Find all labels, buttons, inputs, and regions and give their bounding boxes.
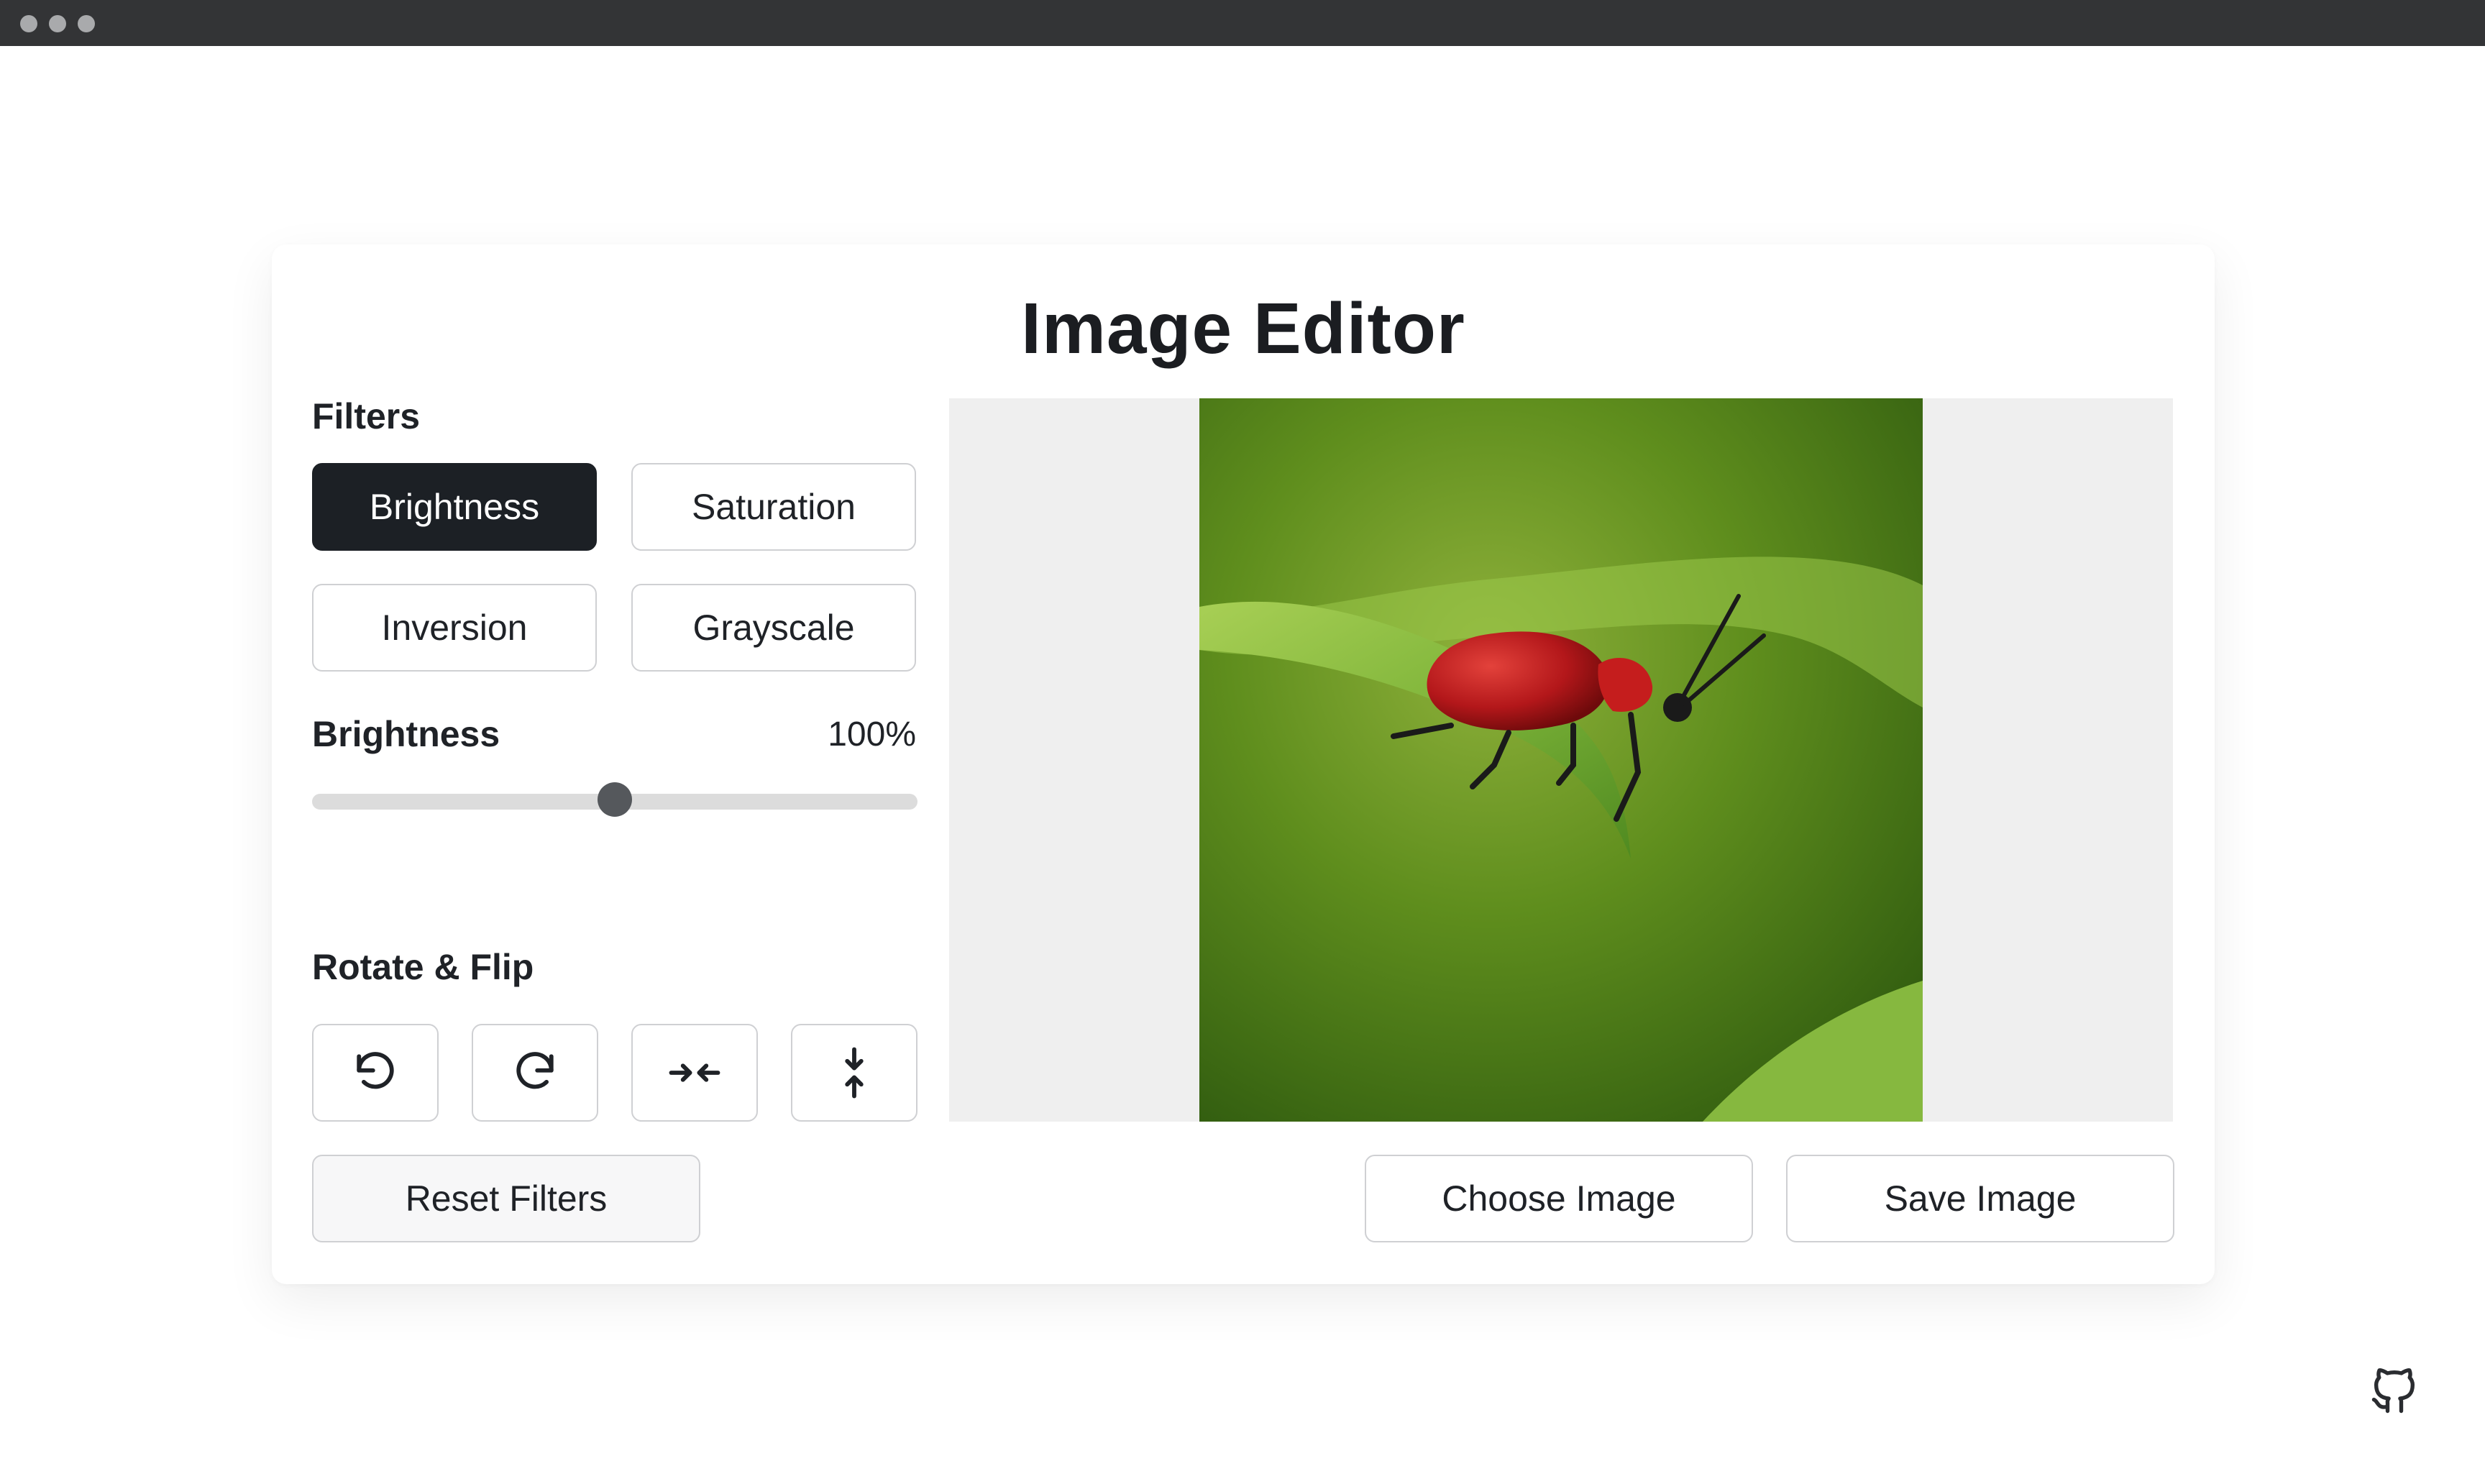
rotate-left-icon [357,1052,394,1089]
window-control-dot[interactable] [49,15,66,32]
brightness-slider-thumb[interactable] [598,782,632,817]
flip-horizontal-button[interactable] [631,1024,758,1122]
rotate-flip-heading: Rotate & Flip [312,947,534,987]
rotate-right-icon [516,1052,554,1089]
filter-saturation-button[interactable]: Saturation [631,463,916,551]
github-icon[interactable] [2367,1363,2422,1418]
slider-value: 100% [828,715,916,754]
window-titlebar [0,0,2485,46]
flip-horizontal-icon [669,1063,720,1082]
editor-card: Image Editor Filters Brightness Saturati… [272,244,2215,1284]
choose-image-button[interactable]: Choose Image [1365,1155,1753,1242]
flip-vertical-button[interactable] [791,1024,917,1122]
image-preview [949,398,2173,1122]
rotate-left-button[interactable] [312,1024,439,1122]
filter-brightness-button[interactable]: Brightness [312,463,597,551]
filter-inversion-button[interactable]: Inversion [312,584,597,672]
window-control-dot[interactable] [20,15,37,32]
page-title: Image Editor [1021,288,1465,369]
window-control-dot[interactable] [78,15,95,32]
reset-filters-button[interactable]: Reset Filters [312,1155,700,1242]
preview-image [1199,398,1923,1122]
filter-grayscale-button[interactable]: Grayscale [631,584,916,672]
filters-heading: Filters [312,396,421,436]
rotate-right-button[interactable] [472,1024,598,1122]
save-image-button[interactable]: Save Image [1786,1155,2174,1242]
flip-vertical-icon [845,1047,864,1099]
slider-filter-name: Brightness [312,714,500,754]
